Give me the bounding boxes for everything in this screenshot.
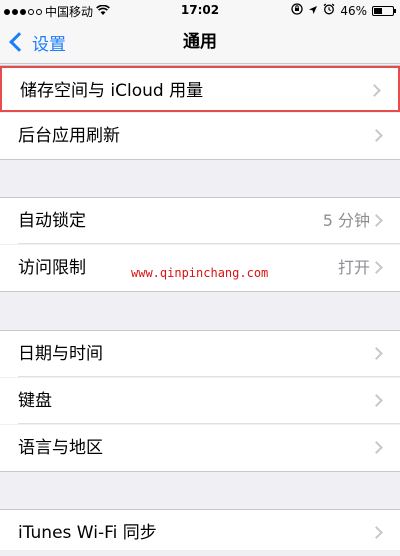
chevron-right-icon [368, 84, 381, 97]
lock-rotation-icon [291, 3, 303, 18]
row-label: 自动锁定 [18, 211, 86, 231]
date-time-row[interactable]: 日期与时间 [0, 331, 400, 377]
status-bar: 中国移动 17:02 46% [0, 0, 400, 20]
watermark-text: www.qinpinchang.com [131, 266, 269, 280]
row-separator [18, 423, 400, 424]
storage-icloud-usage-row[interactable]: 储存空间与 iCloud 用量 [0, 66, 400, 112]
background-app-refresh-row[interactable]: 后台应用刷新 [0, 113, 400, 159]
back-button-label: 设置 [32, 34, 66, 55]
auto-lock-row[interactable]: 自动锁定 5 分钟 [0, 198, 400, 244]
row-label: 访问限制 [18, 258, 86, 278]
keyboard-row[interactable]: 键盘 [0, 378, 400, 424]
group-divider [0, 159, 400, 160]
battery-icon [372, 5, 396, 16]
group-divider [0, 471, 400, 472]
back-button[interactable]: 设置 [8, 20, 66, 64]
row-label: 储存空间与 iCloud 用量 [20, 81, 204, 101]
chevron-right-icon [370, 214, 383, 227]
navigation-bar: 设置 通用 [0, 20, 400, 64]
row-value: 打开 [337, 258, 370, 277]
alarm-icon [323, 3, 335, 18]
row-separator [18, 243, 400, 244]
chevron-right-icon [370, 526, 383, 539]
location-icon [308, 4, 318, 18]
chevron-right-icon [370, 261, 383, 274]
row-label: 语言与地区 [18, 438, 103, 458]
chevron-left-icon [9, 32, 29, 52]
battery-percent: 46% [340, 3, 367, 18]
status-right: 46% [291, 3, 396, 18]
chevron-right-icon [370, 394, 383, 407]
row-separator [18, 376, 400, 377]
language-region-row[interactable]: 语言与地区 [0, 425, 400, 471]
row-label: 后台应用刷新 [18, 126, 120, 146]
row-label: iTunes Wi-Fi 同步 [18, 523, 157, 543]
row-value: 5 分钟 [322, 211, 370, 230]
row-label: 日期与时间 [18, 344, 103, 364]
chevron-right-icon [370, 347, 383, 360]
group-divider [0, 291, 400, 292]
chevron-right-icon [370, 441, 383, 454]
itunes-wifi-sync-row[interactable]: iTunes Wi-Fi 同步 [0, 510, 400, 550]
chevron-right-icon [370, 129, 383, 142]
row-label: 键盘 [18, 391, 52, 411]
